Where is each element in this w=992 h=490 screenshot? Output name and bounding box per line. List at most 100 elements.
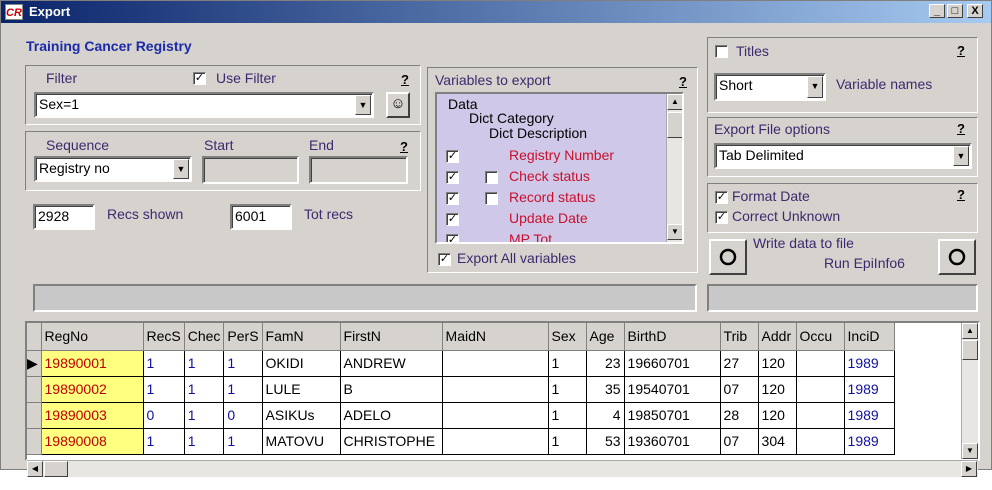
table-cell[interactable]: 0 [223, 402, 263, 429]
table-cell[interactable]: 19890002 [41, 376, 144, 403]
variables-list[interactable]: Data Dict Category Dict Description ✓ Re… [435, 92, 684, 244]
table-cell[interactable]: 53 [586, 428, 625, 455]
filter-help-icon[interactable]: ? [401, 72, 409, 87]
table-cell[interactable]: 1 [184, 402, 225, 429]
end-input[interactable] [309, 156, 408, 184]
sequence-help-icon[interactable]: ? [400, 139, 408, 154]
grid-vertical-scrollbar[interactable]: ▲ ▼ [961, 323, 978, 459]
table-cell[interactable]: 19850701 [624, 402, 721, 429]
table-cell[interactable] [442, 402, 549, 429]
close-button[interactable]: X [967, 4, 983, 18]
table-cell[interactable] [796, 376, 845, 403]
sequence-select[interactable]: Registry no ▼ [34, 156, 192, 182]
variable-checkbox[interactable]: ✓ [446, 192, 459, 205]
write-data-button[interactable] [709, 239, 747, 275]
table-cell[interactable]: 1 [184, 428, 225, 455]
table-cell[interactable]: 1 [548, 376, 587, 403]
table-cell[interactable]: OKIDI [262, 350, 341, 377]
titles-help-icon[interactable]: ? [957, 43, 965, 58]
table-cell[interactable]: 1 [223, 428, 263, 455]
variables-scrollbar[interactable]: ▲ ▼ [666, 94, 682, 242]
correct-unknown-checkbox[interactable]: ✓ [715, 211, 728, 224]
table-cell[interactable]: 1 [143, 350, 185, 377]
use-filter-checkbox[interactable]: ✓ [193, 72, 206, 85]
column-header[interactable]: Trib [720, 323, 759, 351]
chevron-down-icon[interactable]: ▼ [173, 159, 189, 179]
start-input[interactable] [202, 156, 299, 184]
table-cell[interactable]: 27 [720, 350, 759, 377]
table-cell[interactable] [796, 402, 845, 429]
table-cell[interactable]: 1989 [844, 376, 895, 403]
minimize-button[interactable]: _ [929, 4, 945, 18]
maximize-button[interactable]: □ [947, 4, 963, 18]
column-header[interactable]: FamN [262, 323, 341, 351]
variable-checkbox[interactable]: ✓ [446, 150, 459, 163]
table-cell[interactable]: 1 [548, 350, 587, 377]
chevron-down-icon[interactable]: ▼ [807, 76, 823, 98]
table-cell[interactable] [796, 428, 845, 455]
grid-horizontal-scrollbar[interactable]: ◀ ▶ [27, 460, 978, 477]
table-cell[interactable]: 1 [143, 428, 185, 455]
column-header[interactable]: FirstN [340, 323, 443, 351]
column-header[interactable]: Chec [184, 323, 225, 351]
table-cell[interactable]: 1 [548, 402, 587, 429]
table-cell[interactable]: 1 [184, 376, 225, 403]
table-cell[interactable]: 1 [223, 350, 263, 377]
table-cell[interactable]: 19360701 [624, 428, 721, 455]
format-help-icon[interactable]: ? [957, 187, 965, 202]
table-cell[interactable]: 07 [720, 376, 759, 403]
scroll-down-icon[interactable]: ▼ [667, 224, 682, 240]
table-cell[interactable]: 1 [223, 376, 263, 403]
table-row[interactable]: 19890002 1 1 1 LULE B 1 35 19540701 07 1… [27, 376, 895, 403]
scroll-thumb[interactable] [667, 112, 682, 138]
column-header[interactable]: Occu [796, 323, 845, 351]
table-cell[interactable]: 120 [758, 376, 797, 403]
filter-expression-input[interactable]: Sex=1 ▼ [34, 92, 374, 118]
variable-checkbox[interactable]: ✓ [446, 171, 459, 184]
table-cell[interactable]: ADELO [340, 402, 443, 429]
table-cell[interactable]: 120 [758, 402, 797, 429]
column-header[interactable]: PerS [223, 323, 263, 351]
table-cell[interactable]: 19890003 [41, 402, 144, 429]
table-cell[interactable]: 1989 [844, 350, 895, 377]
table-cell[interactable] [442, 350, 549, 377]
chevron-down-icon[interactable]: ▼ [953, 146, 969, 166]
table-row[interactable]: 19890008 1 1 1 MATOVU CHRISTOPHE 1 53 19… [27, 428, 895, 455]
table-cell[interactable]: 28 [720, 402, 759, 429]
table-cell[interactable]: 1989 [844, 428, 895, 455]
table-cell[interactable]: 4 [586, 402, 625, 429]
table-cell[interactable] [796, 350, 845, 377]
table-cell[interactable] [442, 428, 549, 455]
table-cell[interactable]: 23 [586, 350, 625, 377]
table-cell[interactable]: ASIKUs [262, 402, 341, 429]
table-cell[interactable]: 07 [720, 428, 759, 455]
scroll-down-icon[interactable]: ▼ [962, 443, 978, 459]
smiley-icon[interactable]: ☺ [386, 92, 410, 118]
table-cell[interactable]: 0 [143, 402, 185, 429]
variable-sub-checkbox[interactable] [485, 192, 498, 205]
title-bar[interactable]: CR Export _ □ X [1, 1, 991, 23]
column-header[interactable]: BirthD [624, 323, 721, 351]
variable-sub-checkbox[interactable] [485, 171, 498, 184]
titles-checkbox[interactable] [715, 45, 728, 58]
chevron-down-icon[interactable]: ▼ [355, 95, 371, 115]
column-header[interactable]: Sex [548, 323, 587, 351]
data-grid[interactable]: RegNo RecS Chec PerS FamN FirstN MaidN S… [25, 321, 980, 461]
table-cell[interactable]: 19540701 [624, 376, 721, 403]
table-cell[interactable]: B [340, 376, 443, 403]
scroll-up-icon[interactable]: ▲ [667, 94, 682, 110]
column-header[interactable]: Addr [758, 323, 797, 351]
table-cell[interactable]: 19660701 [624, 350, 721, 377]
column-header[interactable]: RegNo [41, 323, 144, 351]
column-header[interactable]: RecS [143, 323, 185, 351]
table-cell[interactable]: 19890008 [41, 428, 144, 455]
scroll-right-icon[interactable]: ▶ [961, 461, 977, 477]
table-cell[interactable]: 1 [143, 376, 185, 403]
export-file-help-icon[interactable]: ? [957, 121, 965, 136]
variable-checkbox[interactable]: ✓ [446, 234, 459, 242]
variable-checkbox[interactable]: ✓ [446, 213, 459, 226]
export-file-select[interactable]: Tab Delimited ▼ [714, 143, 972, 169]
export-all-checkbox[interactable]: ✓ [438, 253, 451, 266]
table-cell[interactable]: 19890001 [41, 350, 144, 377]
column-header[interactable]: InciD [844, 323, 895, 351]
